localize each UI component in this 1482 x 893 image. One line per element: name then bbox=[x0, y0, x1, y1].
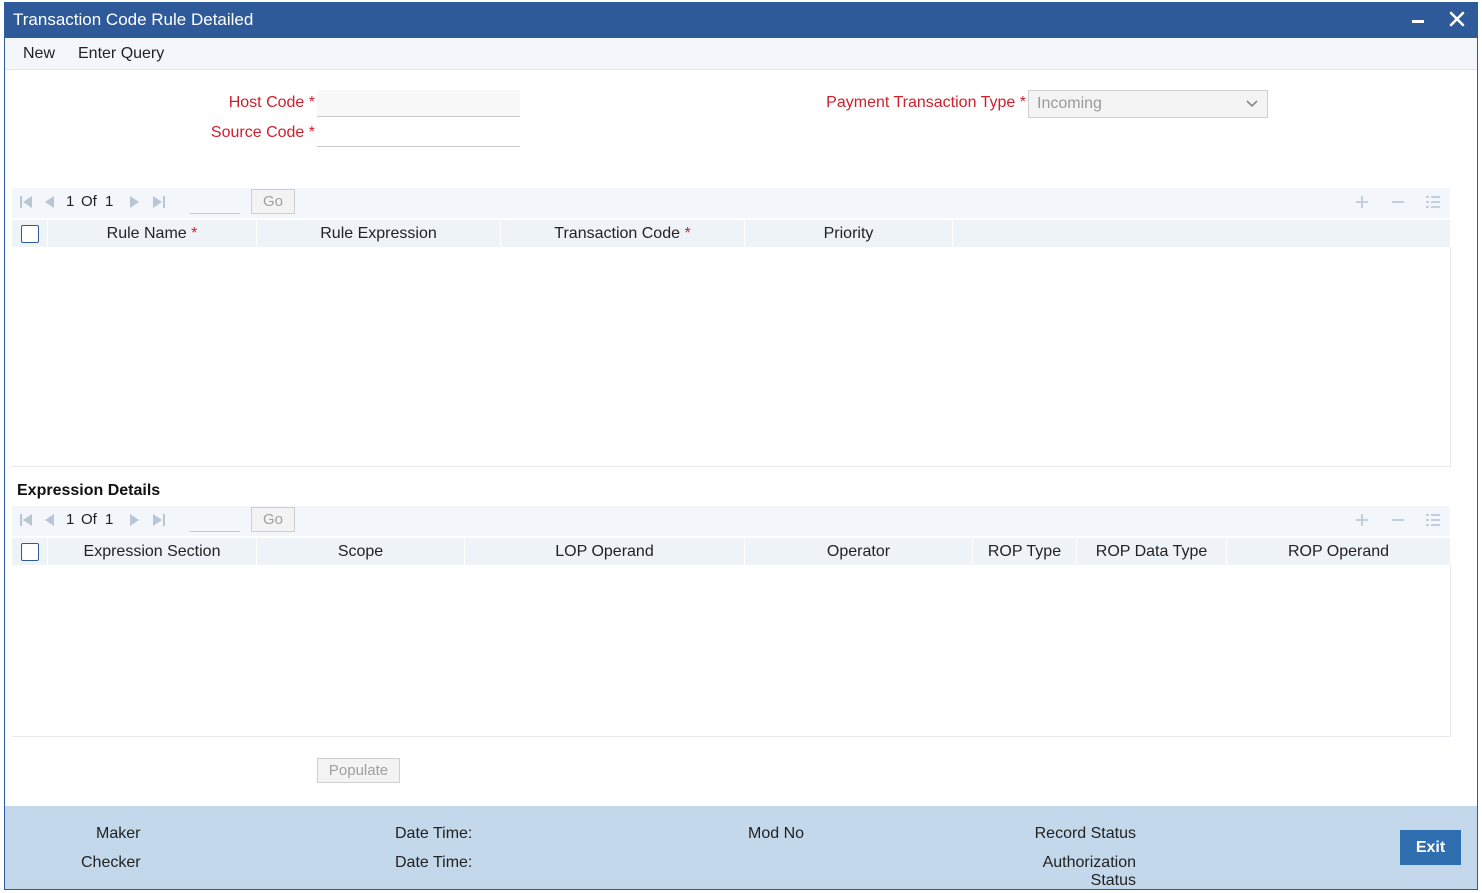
payment-transaction-type-select[interactable]: Incoming bbox=[1028, 90, 1268, 118]
expression-details-title: Expression Details bbox=[17, 482, 161, 499]
minimize-icon[interactable] bbox=[1409, 7, 1429, 31]
total-pages: 1 bbox=[105, 193, 114, 210]
select-all-cell bbox=[12, 538, 48, 565]
col-expression-section-label: Expression Section bbox=[83, 543, 221, 560]
payment-transaction-type-required-mark: * bbox=[1019, 94, 1026, 111]
select-all-rules-checkbox[interactable] bbox=[21, 225, 39, 243]
add-row-icon[interactable] bbox=[1353, 193, 1371, 211]
col-rop-operand: ROP Operand bbox=[1227, 538, 1450, 565]
col-operator: Operator bbox=[745, 538, 973, 565]
col-lop-operand: LOP Operand bbox=[465, 538, 745, 565]
col-expression-section: Expression Section bbox=[48, 538, 257, 565]
previous-page-icon[interactable] bbox=[41, 512, 57, 528]
current-page: 1 bbox=[66, 511, 75, 528]
expression-grid-body bbox=[12, 565, 1451, 737]
payment-transaction-type-label: Payment Transaction Type * bbox=[785, 94, 1026, 112]
payment-transaction-type-label-text: Payment Transaction Type bbox=[826, 94, 1016, 111]
first-page-icon[interactable] bbox=[18, 194, 34, 210]
col-priority: Priority bbox=[745, 220, 953, 247]
authorization-label-line2: Status bbox=[1090, 872, 1136, 889]
last-page-icon[interactable] bbox=[151, 512, 167, 528]
source-code-input[interactable] bbox=[317, 120, 520, 147]
host-code-label-text: Host Code bbox=[228, 94, 305, 111]
source-code-label-text: Source Code bbox=[210, 124, 305, 141]
menu-bar: New Enter Query bbox=[5, 38, 1477, 70]
of-label: Of bbox=[81, 193, 97, 210]
authorization-label-line1: Authorization bbox=[1042, 854, 1136, 871]
populate-button[interactable]: Populate bbox=[317, 758, 400, 783]
of-label: Of bbox=[81, 511, 97, 528]
col-lop-operand-label: LOP Operand bbox=[555, 543, 654, 560]
expression-pager: 1 Of 1 Go bbox=[12, 506, 1450, 536]
col-rule-name: Rule Name * bbox=[48, 220, 257, 247]
total-pages: 1 bbox=[105, 511, 114, 528]
title-bar: Transaction Code Rule Detailed bbox=[5, 3, 1477, 38]
col-scope: Scope bbox=[257, 538, 465, 565]
exit-button[interactable]: Exit bbox=[1400, 830, 1461, 865]
page-number-input[interactable] bbox=[190, 508, 240, 532]
transaction-code-rule-window: Transaction Code Rule Detailed New Enter… bbox=[4, 2, 1478, 890]
checker-date-time-label: Date Time: bbox=[395, 854, 473, 871]
last-page-icon[interactable] bbox=[151, 194, 167, 210]
list-view-icon[interactable] bbox=[1424, 511, 1442, 529]
current-page: 1 bbox=[66, 193, 75, 210]
col-rop-type: ROP Type bbox=[973, 538, 1077, 565]
col-operator-label: Operator bbox=[826, 543, 891, 560]
delete-row-icon[interactable] bbox=[1389, 511, 1407, 529]
enter-query-menu-item[interactable]: Enter Query bbox=[78, 45, 164, 63]
rules-pager: 1 Of 1 Go bbox=[12, 188, 1450, 218]
payment-transaction-type-value: Incoming bbox=[1037, 95, 1102, 112]
checker-label: Checker bbox=[81, 854, 141, 871]
new-menu-item[interactable]: New bbox=[23, 45, 55, 63]
chevron-down-icon bbox=[1246, 100, 1258, 108]
source-code-label: Source Code * bbox=[155, 124, 315, 142]
select-all-cell bbox=[12, 220, 48, 247]
col-rop-data-type: ROP Data Type bbox=[1077, 538, 1227, 565]
source-code-required-mark: * bbox=[308, 124, 315, 141]
audit-footer: Maker Checker Date Time: Date Time: Mod … bbox=[5, 806, 1477, 889]
col-rule-expression-label: Rule Expression bbox=[320, 225, 437, 242]
transaction-code-required-mark: * bbox=[684, 225, 691, 242]
first-page-icon[interactable] bbox=[18, 512, 34, 528]
list-view-icon[interactable] bbox=[1424, 193, 1442, 211]
host-code-label: Host Code * bbox=[155, 94, 315, 112]
maker-date-time-label: Date Time: bbox=[395, 825, 473, 842]
next-page-icon[interactable] bbox=[127, 194, 143, 210]
rule-name-required-mark: * bbox=[191, 225, 198, 242]
col-rop-data-type-label: ROP Data Type bbox=[1095, 543, 1208, 560]
col-rule-name-label: Rule Name bbox=[106, 225, 187, 242]
mod-no-label: Mod No bbox=[748, 825, 805, 842]
col-transaction-code-label: Transaction Code bbox=[554, 225, 680, 242]
col-priority-label: Priority bbox=[823, 225, 874, 242]
go-button[interactable]: Go bbox=[251, 189, 295, 214]
col-transaction-code: Transaction Code * bbox=[501, 220, 745, 247]
rules-grid-header: Rule Name * Rule Expression Transaction … bbox=[12, 220, 1450, 247]
go-button[interactable]: Go bbox=[251, 507, 295, 532]
next-page-icon[interactable] bbox=[127, 512, 143, 528]
page-number-input[interactable] bbox=[190, 190, 240, 214]
host-code-required-mark: * bbox=[308, 94, 315, 111]
delete-row-icon[interactable] bbox=[1389, 193, 1407, 211]
add-row-icon[interactable] bbox=[1353, 511, 1371, 529]
close-icon[interactable] bbox=[1447, 7, 1467, 31]
host-code-input[interactable] bbox=[317, 90, 520, 117]
col-rop-type-label: ROP Type bbox=[987, 543, 1062, 560]
col-rule-expression: Rule Expression bbox=[257, 220, 501, 247]
maker-label: Maker bbox=[96, 825, 141, 842]
window-title: Transaction Code Rule Detailed bbox=[13, 10, 254, 29]
col-rop-operand-label: ROP Operand bbox=[1287, 543, 1390, 560]
select-all-expressions-checkbox[interactable] bbox=[21, 543, 39, 561]
rules-grid-body bbox=[12, 247, 1451, 467]
col-scope-label: Scope bbox=[337, 543, 384, 560]
expression-grid-header: Expression Section Scope LOP Operand Ope… bbox=[12, 538, 1450, 565]
record-status-label: Record Status bbox=[1034, 825, 1136, 842]
previous-page-icon[interactable] bbox=[41, 194, 57, 210]
